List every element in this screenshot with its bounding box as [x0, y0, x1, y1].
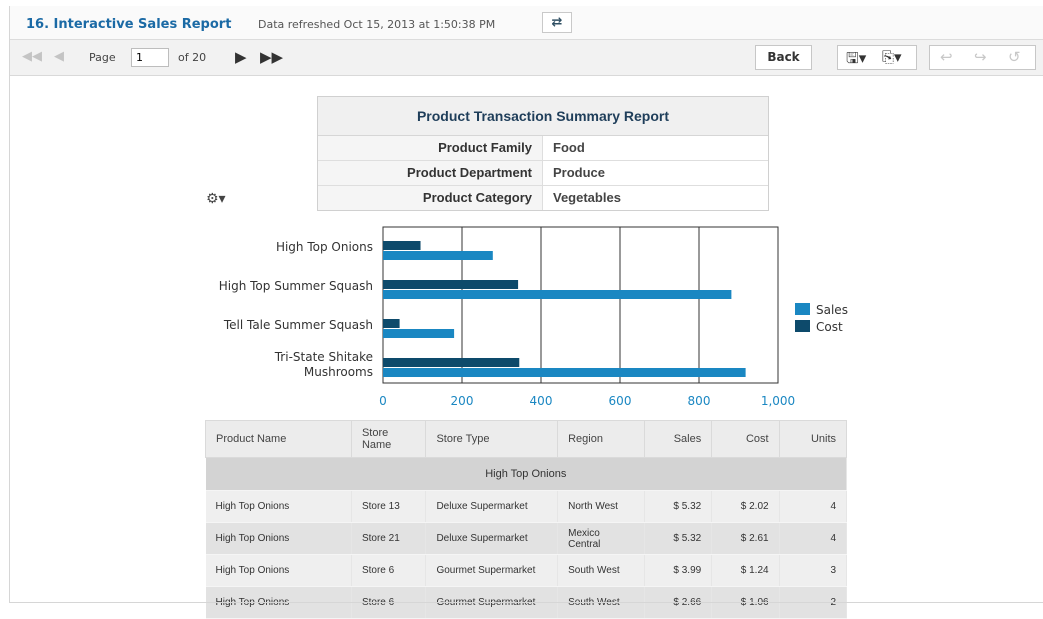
- summary-title: Product Transaction Summary Report: [318, 97, 768, 136]
- col-header[interactable]: Store Type: [425, 420, 559, 458]
- col-header[interactable]: Region: [557, 420, 645, 458]
- pagination-toolbar: ◀◀ ◀ Page of 20 ▶ ▶▶ Back 🖫▾ ⎘▾ ↩ ↪ ↺: [10, 40, 1043, 76]
- table-cell: High Top Onions: [205, 554, 352, 587]
- table-row[interactable]: High Top Onions Store 13 Deluxe Supermarke…: [205, 490, 848, 523]
- history-group: ↩ ↪ ↺: [929, 45, 1036, 70]
- summary-value: Produce: [553, 165, 606, 180]
- bar-cost: [383, 358, 520, 367]
- x-tick-label: 400: [530, 394, 553, 408]
- table-cell: Gourmet Supermarket: [425, 554, 559, 587]
- summary-label: Product Department: [318, 161, 543, 185]
- reset-icon[interactable]: ↺: [1008, 48, 1021, 66]
- table-cell: Deluxe Supermarket: [425, 490, 559, 523]
- summary-value: Vegetables: [553, 190, 621, 205]
- bar-sales: [383, 290, 732, 299]
- table-cell: High Top Onions: [205, 522, 352, 555]
- col-header[interactable]: Cost: [711, 420, 780, 458]
- table-cell: North West: [557, 490, 645, 523]
- undo-icon[interactable]: ↩: [940, 48, 953, 66]
- group-row: High Top Onions: [205, 457, 847, 491]
- summary-value: Food: [553, 140, 585, 155]
- report-frame: 16. Interactive Sales Report Data refres…: [9, 6, 1043, 619]
- page-count: of 20: [178, 51, 207, 64]
- table-header-row: Product Name Store Name Store Type Regio…: [205, 420, 848, 458]
- refresh-button[interactable]: ⇄: [542, 12, 572, 33]
- table-body: High Top Onions High Top Onions Store 13 D…: [205, 457, 848, 619]
- table-cell: $ 2.61: [711, 522, 780, 555]
- bar-cost: [383, 280, 519, 289]
- col-header[interactable]: Units: [778, 420, 848, 458]
- bar-sales: [383, 329, 455, 338]
- table-cell: 4: [779, 522, 848, 555]
- table-cell: Store 21: [351, 522, 427, 555]
- table-cell: High Top Onions: [205, 490, 352, 523]
- save-export-group: 🖫▾ ⎘▾: [837, 45, 917, 70]
- legend-swatch-sales: [795, 303, 810, 315]
- x-tick-label: 0: [379, 394, 387, 408]
- table-cell: Deluxe Supermarket: [425, 522, 559, 555]
- page-number-input[interactable]: [131, 48, 169, 67]
- col-header[interactable]: Store Name: [350, 420, 427, 458]
- legend-swatch-cost: [795, 320, 810, 332]
- x-tick-label: 600: [609, 394, 632, 408]
- summary-row: Product Family Food: [318, 136, 768, 161]
- x-tick-label: 1,000: [761, 394, 795, 408]
- bar-sales: [383, 251, 493, 260]
- group-label: High Top Onions: [205, 457, 847, 491]
- summary-row: Product Department Produce: [318, 161, 768, 186]
- table-cell: Store 6: [351, 554, 427, 587]
- category-label: High Top Onions: [276, 240, 373, 254]
- save-icon[interactable]: 🖫▾: [846, 48, 866, 73]
- legend-label: Cost: [816, 320, 843, 334]
- export-icon[interactable]: ⎘▾: [882, 48, 902, 66]
- legend-label: Sales: [816, 303, 848, 317]
- redo-icon[interactable]: ↪: [974, 48, 987, 66]
- bar-cost: [383, 319, 400, 328]
- next-page-icon[interactable]: ▶: [235, 48, 247, 66]
- table-cell: Mexico Central: [557, 522, 645, 555]
- category-label: Tell Tale Summer Squash: [223, 318, 373, 332]
- summary-label: Product Category: [318, 186, 543, 210]
- category-label: Mushrooms: [304, 365, 373, 379]
- refresh-arrows-icon: ⇄: [551, 15, 563, 30]
- col-header[interactable]: Sales: [643, 420, 713, 458]
- table-cell: South West: [557, 554, 645, 587]
- table-cell: Store 13: [351, 490, 427, 523]
- bar-chart: 0 200 400 600 800 1,000 High Top Onions High To…: [219, 226, 848, 408]
- summary-row: Product Category Vegetables: [318, 186, 768, 210]
- category-label: Tri-State Shitake: [274, 350, 373, 364]
- bar-cost: [383, 241, 421, 250]
- report-title: 16. Interactive Sales Report: [26, 17, 232, 32]
- title-bar: 16. Interactive Sales Report Data refres…: [10, 6, 1043, 40]
- table-cell: $ 5.32: [644, 522, 713, 555]
- summary-label: Product Family: [318, 136, 543, 160]
- gear-icon: ⚙▾: [206, 191, 226, 207]
- table-cell: $ 2.02: [711, 490, 780, 523]
- prev-page-icon[interactable]: ◀: [54, 49, 64, 64]
- table-cell: 4: [779, 490, 848, 523]
- x-tick-label: 200: [451, 394, 474, 408]
- summary-table: Product Transaction Summary Report Produ…: [317, 96, 769, 211]
- back-button[interactable]: Back: [755, 45, 812, 70]
- last-page-icon[interactable]: ▶▶: [260, 48, 283, 66]
- data-table: Product Name Store Name Store Type Regio…: [205, 420, 848, 619]
- col-header[interactable]: Product Name: [205, 420, 352, 458]
- table-row[interactable]: High Top OnionsStore 6Gourmet Supermarke…: [205, 554, 848, 587]
- category-label: High Top Summer Squash: [219, 279, 373, 293]
- table-row[interactable]: High Top Onions Store 21 Deluxe Supermarke…: [205, 522, 848, 555]
- x-tick-label: 800: [688, 394, 711, 408]
- table-cell: $ 1.24: [711, 554, 780, 587]
- refresh-timestamp: Data refreshed Oct 15, 2013 at 1:50:38 P…: [258, 18, 496, 31]
- table-cell: $ 5.32: [644, 490, 713, 523]
- table-cell: $ 3.99: [644, 554, 713, 587]
- page-label: Page: [89, 51, 116, 64]
- first-page-icon[interactable]: ◀◀: [22, 49, 42, 64]
- bar-sales: [383, 368, 746, 377]
- chart-options-button[interactable]: ⚙▾: [206, 191, 238, 213]
- table-cell: 3: [779, 554, 848, 587]
